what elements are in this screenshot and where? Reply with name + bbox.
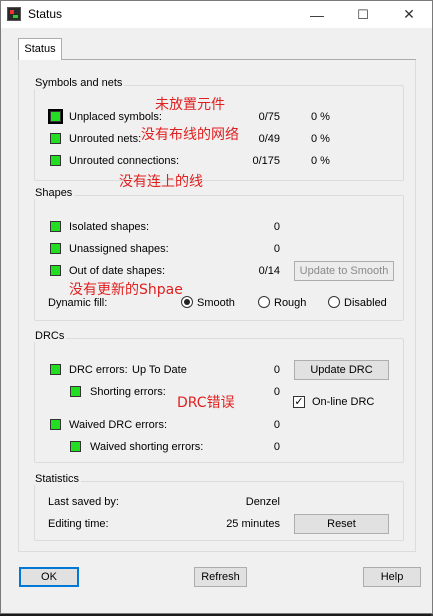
unrouted-connections-count: 0/175: [252, 155, 280, 167]
waived-shorting-indicator[interactable]: [70, 441, 81, 452]
title-bar: Status — ☐ ✕: [1, 1, 432, 28]
symbols-group-title: Symbols and nets: [33, 77, 125, 89]
annotation-unplaced: 未放置元件: [155, 97, 225, 113]
last-saved-label: Last saved by:: [48, 496, 119, 508]
annotation-unrouted: 没有布线的网络: [141, 127, 239, 143]
drc-errors-label: DRC errors:: [69, 364, 128, 376]
refresh-button[interactable]: Refresh: [194, 567, 247, 587]
unrouted-nets-count: 0/49: [258, 133, 280, 145]
ok-button[interactable]: OK: [19, 567, 79, 587]
unplaced-count: 0/75: [258, 111, 280, 123]
window-title: Status: [28, 7, 63, 21]
shorting-errors-label: Shorting errors:: [90, 386, 166, 398]
online-drc-label[interactable]: On-line DRC: [312, 396, 374, 408]
maximize-button[interactable]: ☐: [340, 1, 386, 28]
fill-disabled-radio[interactable]: [328, 296, 340, 308]
tab-panel-border: [62, 59, 416, 60]
fill-disabled-label[interactable]: Disabled: [344, 297, 387, 309]
editing-time-value: 25 minutes: [226, 518, 280, 530]
online-drc-checkbox[interactable]: ✓: [293, 396, 305, 408]
waived-drc-indicator[interactable]: [50, 419, 61, 430]
unplaced-indicator[interactable]: [48, 109, 63, 124]
unrouted-nets-label: Unrouted nets:: [69, 133, 142, 145]
unassigned-shapes-count: 0: [273, 243, 280, 255]
unrouted-connections-percent: 0 %: [311, 155, 330, 167]
out-of-date-shapes-label: Out of date shapes:: [69, 265, 166, 277]
isolated-shapes-indicator[interactable]: [50, 221, 61, 232]
fill-smooth-label[interactable]: Smooth: [197, 297, 235, 309]
last-saved-value: Denzel: [245, 496, 280, 508]
unrouted-connections-label: Unrouted connections:: [69, 155, 180, 167]
out-of-date-shapes-count: 0/14: [258, 265, 280, 277]
unrouted-connections-indicator[interactable]: [50, 155, 61, 166]
minimize-button[interactable]: —: [294, 1, 340, 28]
out-of-date-shapes-indicator[interactable]: [50, 265, 61, 276]
fill-rough-label[interactable]: Rough: [274, 297, 306, 309]
shorting-errors-count: 0: [273, 386, 280, 398]
unassigned-shapes-indicator[interactable]: [50, 243, 61, 254]
drc-status-text: Up To Date: [132, 364, 187, 376]
unplaced-percent: 0 %: [311, 111, 330, 123]
help-button[interactable]: Help: [363, 567, 421, 587]
annotation-drc: DRC错误: [177, 395, 235, 411]
isolated-shapes-label: Isolated shapes:: [69, 221, 150, 233]
update-to-smooth-button[interactable]: Update to Smooth: [294, 261, 394, 281]
shorting-errors-indicator[interactable]: [70, 386, 81, 397]
unrouted-nets-indicator[interactable]: [50, 133, 61, 144]
editing-time-label: Editing time:: [48, 518, 109, 530]
drcs-group-title: DRCs: [33, 330, 67, 342]
unassigned-shapes-label: Unassigned shapes:: [69, 243, 169, 255]
annotation-unconnected: 没有连上的线: [119, 174, 203, 190]
close-button[interactable]: ✕: [386, 1, 432, 28]
statistics-group-title: Statistics: [33, 473, 82, 485]
waived-shorting-label: Waived shorting errors:: [90, 441, 204, 453]
isolated-shapes-count: 0: [273, 221, 280, 233]
drc-errors-count: 0: [273, 364, 280, 376]
waived-shorting-count: 0: [273, 441, 280, 453]
waived-drc-count: 0: [273, 419, 280, 431]
tab-status[interactable]: Status: [18, 38, 62, 60]
fill-rough-radio[interactable]: [258, 296, 270, 308]
reset-button[interactable]: Reset: [294, 514, 389, 534]
drc-errors-indicator[interactable]: [50, 364, 61, 375]
unplaced-label: Unplaced symbols:: [69, 111, 162, 123]
annotation-out-of-date: 没有更新的Shpae: [69, 282, 183, 298]
app-icon: [7, 7, 21, 21]
shapes-group-title: Shapes: [33, 187, 75, 199]
status-dialog: Status — ☐ ✕ Status Symbols and nets Unp…: [0, 0, 433, 614]
waived-drc-label: Waived DRC errors:: [69, 419, 167, 431]
unrouted-nets-percent: 0 %: [311, 133, 330, 145]
update-drc-button[interactable]: Update DRC: [294, 360, 389, 380]
